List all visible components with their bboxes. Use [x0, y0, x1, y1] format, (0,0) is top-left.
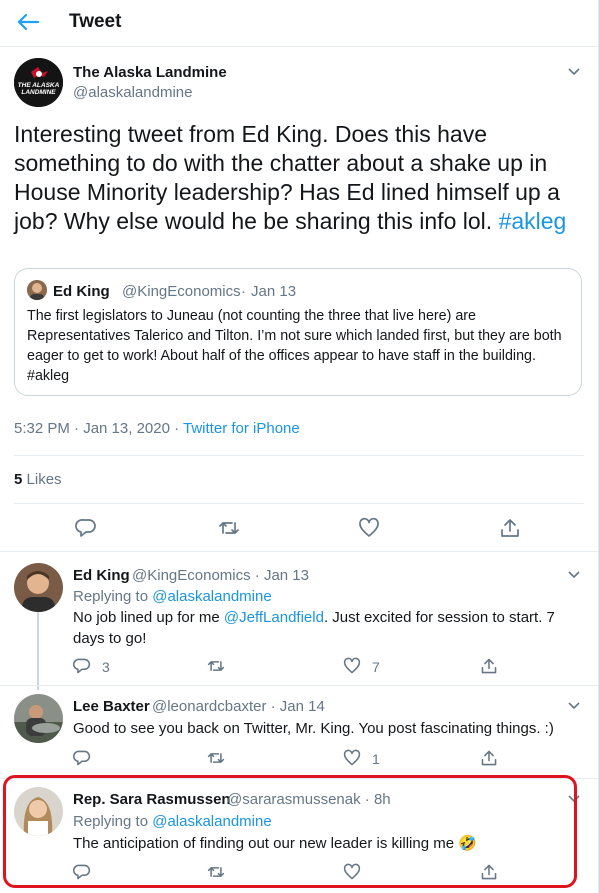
reply-author-name[interactable]: Lee Baxter [73, 698, 150, 715]
heart-icon [343, 749, 361, 766]
avatar[interactable] [14, 563, 63, 612]
svg-text:THE ALASKA: THE ALASKA [18, 82, 60, 89]
reply-button[interactable] [72, 657, 91, 675]
separator: · [241, 283, 246, 300]
divider [0, 551, 599, 552]
source-link[interactable]: Twitter for iPhone [183, 420, 300, 437]
retweet-button[interactable] [218, 517, 240, 539]
tweet-body: Interesting tweet from Ed King. Does thi… [14, 121, 560, 234]
replying-label: Replying to [73, 588, 149, 605]
chevron-down-icon [568, 571, 580, 579]
avatar[interactable]: THE ALASKA LANDMINE [14, 58, 63, 107]
avatar[interactable] [14, 694, 63, 743]
like-button[interactable] [343, 657, 361, 675]
share-icon [501, 519, 519, 537]
replying-to: Replying to @alaskalandmine [73, 588, 272, 605]
retweet-button[interactable] [207, 657, 225, 675]
quote-text: The first legislators to Juneau (not cou… [27, 308, 562, 384]
retweet-icon [207, 661, 225, 671]
like-button[interactable] [343, 749, 361, 767]
reply-text-part: . Just excited for session to start. 7 [323, 609, 555, 626]
more-options-button[interactable] [566, 697, 582, 713]
quote-author-name: Ed King [53, 283, 110, 300]
mention-link[interactable]: @JeffLandfield [224, 609, 324, 626]
likes-label: Likes [26, 471, 62, 488]
reply-icon [72, 658, 91, 674]
share-button[interactable] [480, 749, 498, 767]
reply-text-part: days to go! [73, 630, 147, 647]
retweet-icon [219, 522, 239, 534]
author-handle[interactable]: @alaskalandmine [73, 84, 192, 101]
likes-link[interactable]: 5 Likes [14, 471, 62, 488]
reply-text-part: No job lined up for me [73, 609, 220, 626]
chevron-down-icon [568, 702, 580, 710]
divider [14, 455, 584, 456]
author-name[interactable]: The Alaska Landmine [73, 64, 227, 81]
reply-icon [72, 750, 91, 766]
svg-text:LANDMINE: LANDMINE [21, 89, 56, 96]
share-icon [481, 750, 497, 766]
page-header: Tweet [0, 0, 599, 47]
reply-text: No job lined up for me @JeffLandfield. J… [73, 607, 573, 649]
like-count: 1 [372, 751, 380, 767]
divider [14, 503, 584, 504]
share-button[interactable] [480, 657, 498, 675]
page-title: Tweet [69, 11, 122, 32]
share-button[interactable] [499, 517, 521, 539]
chevron-down-icon [568, 68, 580, 76]
timestamp-text[interactable]: 5:32 PM · Jan 13, 2020 · [14, 420, 179, 437]
replying-mention-link[interactable]: @alaskalandmine [152, 588, 271, 605]
reply-count: 3 [102, 659, 110, 675]
reply-author-handle[interactable]: @leonardcbaxter · Jan 14 [152, 698, 325, 715]
tweet-text: Interesting tweet from Ed King. Does thi… [14, 120, 584, 236]
reply-icon [75, 519, 96, 537]
heart-icon [359, 517, 379, 537]
divider [0, 685, 599, 686]
share-icon [481, 658, 497, 674]
arrow-left-icon [17, 13, 40, 31]
quote-date: Jan 13 [251, 283, 297, 300]
logo-icon: THE ALASKA LANDMINE [14, 58, 63, 107]
reply-author-handle[interactable]: @KingEconomics · Jan 13 [132, 567, 309, 584]
like-count: 7 [372, 659, 380, 675]
retweet-button[interactable] [207, 749, 225, 767]
avatar [27, 280, 47, 300]
reply-text: Good to see you back on Twitter, Mr. Kin… [73, 720, 554, 737]
heart-icon [343, 657, 361, 674]
likes-count: 5 [14, 471, 23, 488]
thread-line [37, 612, 39, 690]
highlight-box [3, 775, 577, 888]
tweet-timestamp: 5:32 PM · Jan 13, 2020 · Twitter for iPh… [14, 420, 300, 437]
tweet-page: Tweet THE ALASKA LANDMINE The Alaska Lan… [0, 0, 599, 893]
like-button[interactable] [358, 517, 380, 539]
back-button[interactable] [14, 8, 46, 36]
quoted-tweet[interactable]: Ed King @KingEconomics · Jan 13 The firs… [14, 268, 582, 396]
reply-button[interactable] [75, 517, 97, 539]
quote-author-handle: @KingEconomics [122, 283, 241, 300]
reply-author-name[interactable]: Ed King [73, 567, 130, 584]
more-options-button[interactable] [566, 63, 582, 79]
more-options-button[interactable] [566, 566, 582, 582]
reply-button[interactable] [72, 749, 91, 767]
retweet-icon [207, 753, 225, 763]
hashtag-link[interactable]: #akleg [499, 208, 567, 234]
